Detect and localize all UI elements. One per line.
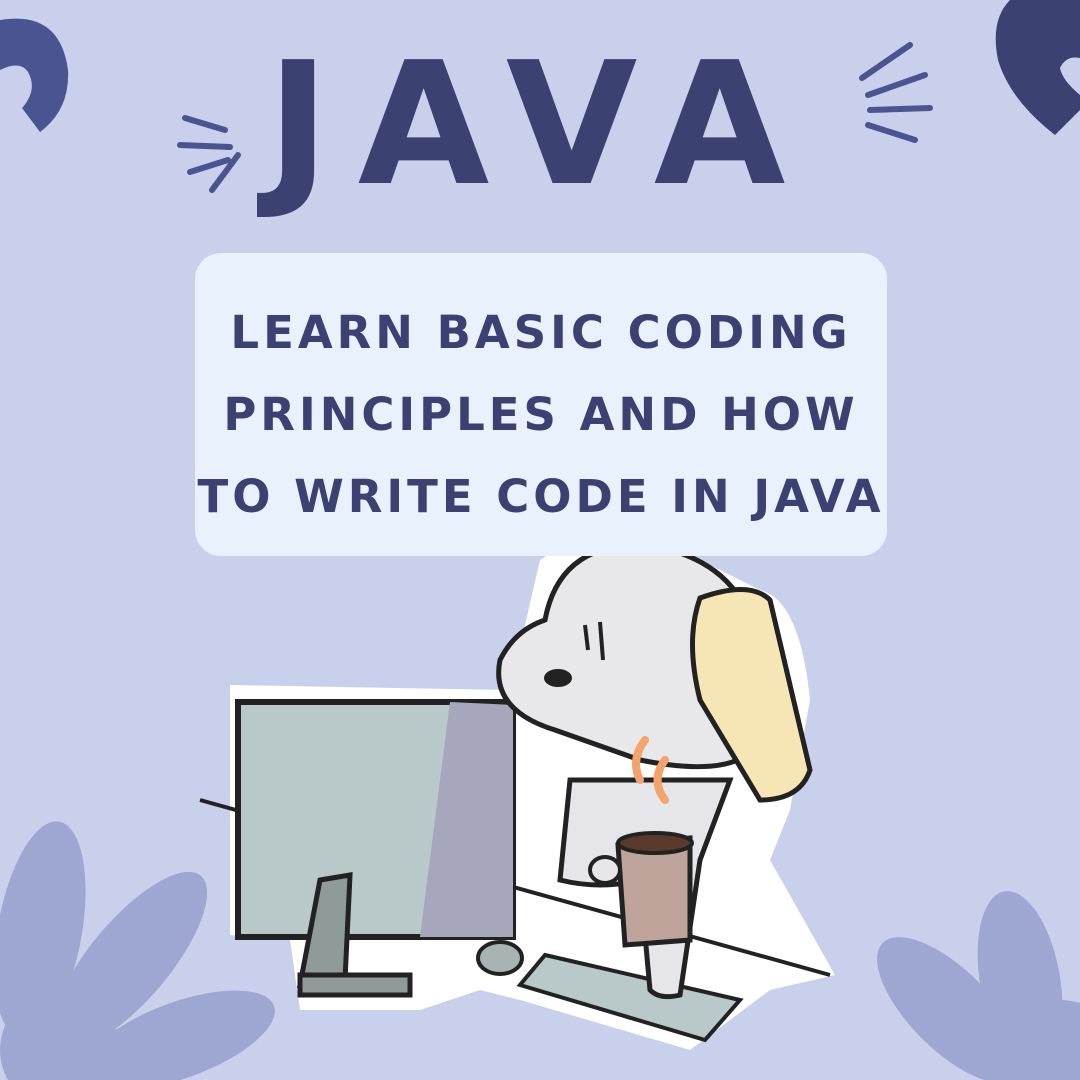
dog-at-computer-illustration [199, 540, 835, 1050]
subtitle-line: LEARN BASIC CODING [230, 306, 852, 359]
leaf-decoration-right [877, 891, 1080, 1080]
subtitle-line: PRINCIPLES AND HOW [223, 388, 859, 441]
subtitle: LEARN BASIC CODING PRINCIPLES AND HOW TO… [195, 292, 887, 538]
subtitle-line: TO WRITE CODE IN JAVA [197, 470, 885, 523]
page-title: JAVA [266, 26, 814, 224]
